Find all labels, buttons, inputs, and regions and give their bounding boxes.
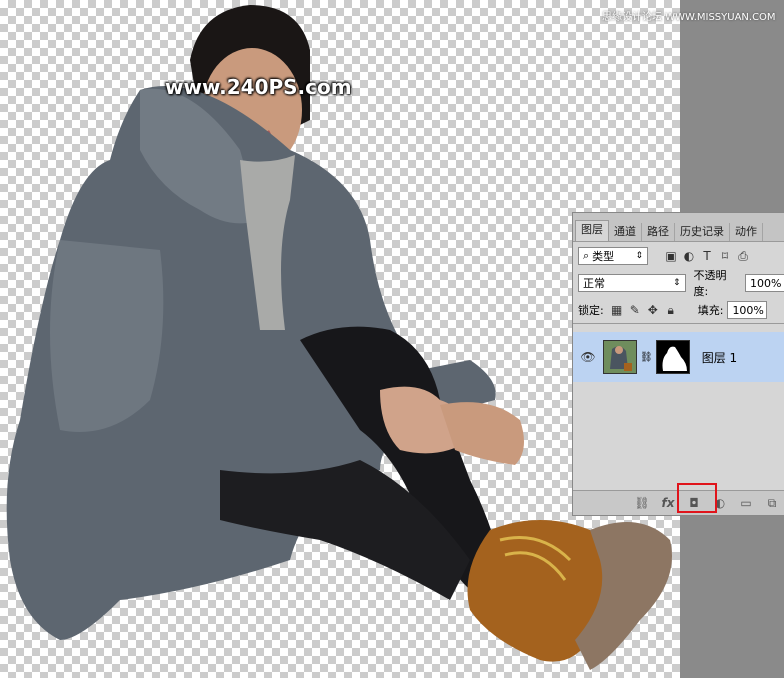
filter-kind-select[interactable]: ⌕ 类型 ⇕ xyxy=(578,247,648,265)
fill-field[interactable]: 100% xyxy=(727,301,768,319)
site-watermark: 思缘设计论坛 WWW.MISSYUAN.COM xyxy=(602,12,776,23)
blend-row: 正常 ⇕ 不透明度: 100% xyxy=(573,269,784,298)
lock-pixels-icon[interactable]: ✎ xyxy=(626,301,644,319)
lock-label: 锁定: xyxy=(578,304,604,317)
text-filter-icon[interactable]: T xyxy=(698,247,716,265)
lock-row: 锁定: ▦ ✎ ✥ 🔒︎ 填充: 100% xyxy=(573,297,784,323)
mask-button-highlight xyxy=(677,483,717,513)
panel-tabs: 图层 通道 路径 历史记录 动作 xyxy=(573,213,784,242)
lock-transparent-icon[interactable]: ▦ xyxy=(608,301,626,319)
layer-mask-thumbnail[interactable] xyxy=(655,340,690,374)
layer-row[interactable]: 👁︎ ⛓︎ 图层 1 xyxy=(573,332,784,382)
image-filter-icon[interactable]: ▣ xyxy=(662,247,680,265)
dropdown-arrow-icon: ⇕ xyxy=(672,278,681,288)
fill-label: 填充: xyxy=(697,304,724,317)
layers-panel: 图层 通道 路径 历史记录 动作 ⌕ 类型 ⇕ ▣ ◐ T ⌑ ⎙ 正常 ⇕ 不… xyxy=(572,212,784,516)
smart-object-filter-icon[interactable]: ⎙ xyxy=(734,247,752,265)
folder-icon[interactable]: ▭ xyxy=(733,493,759,513)
layer-thumbnail-image xyxy=(604,341,636,373)
lock-position-icon[interactable]: ✥ xyxy=(644,301,662,319)
opacity-label: 不透明度: xyxy=(693,269,727,298)
link-icon[interactable]: ⛓︎ xyxy=(629,493,655,513)
tab-history[interactable]: 历史记录 xyxy=(675,223,730,241)
new-layer-icon[interactable]: ⧉ xyxy=(759,493,784,513)
opacity-field[interactable]: 100% xyxy=(745,274,784,292)
lock-all-icon[interactable]: 🔒︎ xyxy=(662,301,680,319)
filter-row: ⌕ 类型 ⇕ ▣ ◐ T ⌑ ⎙ xyxy=(573,243,784,269)
mask-link-icon[interactable]: ⛓︎ xyxy=(640,352,653,363)
tab-paths[interactable]: 路径 xyxy=(642,223,675,241)
layer-mask-image xyxy=(662,346,687,371)
tab-layers[interactable]: 图层 xyxy=(575,220,609,241)
layers-list: 👁︎ ⛓︎ 图层 1 xyxy=(573,323,784,494)
search-icon: ⌕ xyxy=(583,249,590,262)
layer-name[interactable]: 图层 1 xyxy=(702,349,737,366)
tab-actions[interactable]: 动作 xyxy=(730,223,763,241)
tab-channels[interactable]: 通道 xyxy=(609,223,642,241)
dropdown-arrow-icon: ⇕ xyxy=(635,251,643,261)
eye-icon[interactable]: 👁︎ xyxy=(579,348,597,366)
blend-mode-select[interactable]: 正常 ⇕ xyxy=(578,274,686,292)
shape-filter-icon[interactable]: ⌑ xyxy=(716,247,734,265)
layer-thumbnail xyxy=(603,340,637,374)
watermark: www.240PS.com xyxy=(165,75,352,99)
adjustment-filter-icon[interactable]: ◐ xyxy=(680,247,698,265)
